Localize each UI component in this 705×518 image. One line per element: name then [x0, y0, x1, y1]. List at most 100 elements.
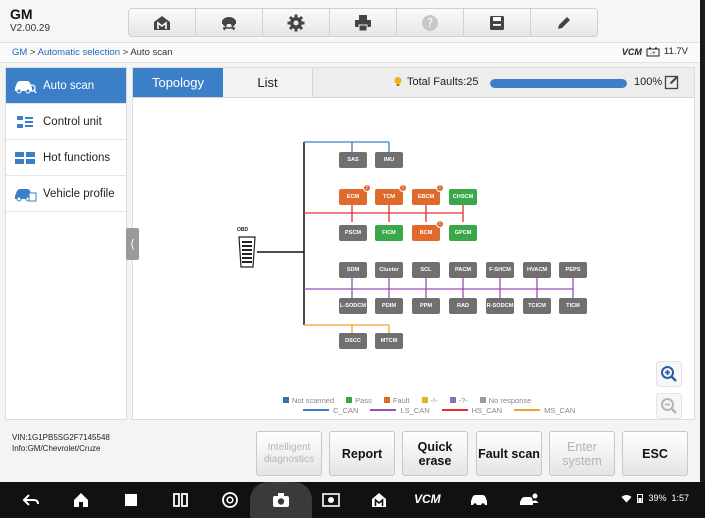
module-ebcm[interactable]: EBCM! — [412, 184, 444, 205]
module-label: TCICM — [528, 303, 546, 309]
battery-voltage: 11.7V — [663, 46, 688, 57]
screen-record-button[interactable] — [320, 489, 342, 511]
module-imu[interactable]: IMU — [375, 152, 403, 168]
edit-button[interactable] — [531, 9, 597, 36]
settings-button[interactable] — [263, 9, 330, 36]
app-home-button[interactable] — [368, 489, 390, 511]
legend-bus-item: MS_CAN — [514, 406, 575, 415]
printer-icon — [355, 14, 371, 31]
car-diagnostics-button[interactable] — [468, 489, 490, 511]
breadcrumb-root[interactable]: GM — [12, 47, 27, 58]
zoom-in-icon — [661, 366, 677, 382]
legend-status-item: -!- — [421, 395, 438, 405]
sidebar: Auto scan Control unit Hot functions Veh… — [5, 67, 127, 420]
module-label: SDM — [346, 267, 360, 273]
save-icon — [490, 15, 504, 30]
battery-percent: 39% — [648, 493, 667, 503]
module-ecm[interactable]: ECM! — [339, 184, 371, 205]
module-label: RAD — [456, 303, 470, 309]
zoom-out-icon — [661, 398, 677, 414]
remote-expert-button[interactable] — [518, 489, 540, 511]
module-ticm[interactable]: TICM — [559, 298, 587, 314]
module-mtcm[interactable]: MTCM — [375, 333, 403, 349]
zoom-out-button[interactable] — [656, 393, 682, 419]
split-screen-button[interactable] — [170, 489, 192, 511]
breadcrumb-separator: > — [120, 47, 131, 58]
vin-text: VIN:1G1PB5SG2F7145548 — [12, 433, 110, 442]
module-sdm[interactable]: SDM — [339, 262, 367, 278]
intelligent-diagnostics-button[interactable]: Intelligent diagnostics — [256, 431, 322, 476]
chrome-icon — [222, 492, 238, 508]
brand: GM V2.00.29 — [10, 6, 50, 36]
legend-line — [370, 409, 397, 411]
module-label: PDIM — [382, 303, 396, 309]
recent-apps-button[interactable] — [120, 489, 142, 511]
sidebar-item-control-unit[interactable]: Control unit — [6, 104, 126, 140]
sidebar-item-auto-scan[interactable]: Auto scan — [6, 68, 126, 104]
module-l-sodcm[interactable]: L-SODCM — [339, 298, 367, 314]
tab-bar: Topology List Total Faults:25 100% — [133, 68, 694, 98]
module-hvacm[interactable]: HVACM — [523, 262, 551, 278]
main-panel: Topology List Total Faults:25 100% OBD S… — [132, 67, 695, 420]
square-icon — [125, 494, 137, 506]
print-button[interactable] — [330, 9, 397, 36]
legend-label: -!- — [430, 395, 438, 405]
fault-scan-button[interactable]: Fault scan — [476, 431, 542, 476]
module-tcicm[interactable]: TCICM — [523, 298, 551, 314]
legend-label: No response — [488, 395, 532, 405]
legend: Not scanned Pass Fault -!- -?- No response C_… — [283, 395, 587, 415]
module-sas[interactable]: SAS — [339, 152, 367, 168]
module-cluster[interactable]: Cluster — [375, 262, 403, 278]
home-nav-button[interactable] — [70, 489, 92, 511]
browser-button[interactable] — [219, 489, 241, 511]
module-f-shcm[interactable]: F-SHCM — [486, 262, 514, 278]
legend-label: LS_CAN — [400, 405, 430, 415]
tab-topology[interactable]: Topology — [133, 68, 223, 97]
module-chscm[interactable]: CHSCM — [449, 189, 477, 205]
module-ppm[interactable]: PPM — [412, 298, 440, 314]
module-label: CHSCM — [452, 194, 474, 200]
system-status: 39% 1:57 — [621, 493, 689, 503]
breadcrumb-automatic-selection[interactable]: Automatic selection — [38, 47, 120, 58]
module-tcm[interactable]: TCM! — [375, 184, 407, 205]
control-unit-icon — [17, 115, 33, 128]
legend-line — [514, 409, 541, 411]
screenshot-button[interactable] — [270, 489, 292, 511]
esc-button[interactable]: ESC — [622, 431, 688, 476]
enter-system-button[interactable]: Enter system — [549, 431, 615, 476]
sidebar-collapse-handle[interactable]: ⟨ — [126, 228, 139, 260]
vehicle-status: VCM -+ 11.7V — [622, 46, 688, 57]
module-r-sodcm[interactable]: R-SODCM — [486, 298, 514, 314]
module-pacm[interactable]: PACM — [449, 262, 477, 278]
legend-line — [303, 409, 329, 411]
module-rad[interactable]: RAD — [449, 298, 477, 314]
module-ficm[interactable]: FICM — [375, 225, 403, 241]
back-button[interactable] — [20, 489, 42, 511]
vehicle-lift-button[interactable] — [196, 9, 263, 36]
legend-label: Fault — [392, 395, 410, 405]
app-version: V2.00.29 — [10, 23, 51, 34]
module-dscc[interactable]: DSCC — [339, 333, 367, 349]
home-button[interactable] — [129, 9, 196, 36]
obd-connector-icon — [238, 236, 256, 268]
module-gpcm[interactable]: GPCM — [449, 225, 477, 241]
module-scl[interactable]: SCL — [412, 262, 440, 278]
module-bcm[interactable]: BCM! — [412, 220, 444, 241]
vcm-nav-label[interactable]: VCM — [414, 492, 441, 506]
zoom-in-button[interactable] — [656, 361, 682, 387]
tab-list[interactable]: List — [223, 68, 313, 97]
module-label: Cluster — [379, 267, 399, 273]
sidebar-item-vehicle-profile[interactable]: Vehicle profile — [6, 176, 126, 212]
save-button[interactable] — [464, 9, 531, 36]
help-button[interactable]: ? — [397, 9, 464, 36]
module-peps[interactable]: PEPS — [559, 262, 587, 278]
report-button[interactable]: Report — [329, 431, 395, 476]
legend-swatch — [346, 397, 353, 403]
quick-erase-button[interactable]: Quick erase — [402, 431, 468, 476]
edit-icon[interactable] — [664, 74, 680, 90]
module-pscm[interactable]: PSCM — [339, 225, 367, 241]
sidebar-item-hot-functions[interactable]: Hot functions — [6, 140, 126, 176]
topology-diagram: OBD SAS IMU ECM! TCM! EBCM! CHSCM PSCM FICM BCM!… — [133, 99, 694, 419]
legend-bus-row: C_CAN LS_CAN HS_CAN MS_CAN — [283, 405, 587, 415]
module-pdim[interactable]: PDIM — [375, 298, 403, 314]
